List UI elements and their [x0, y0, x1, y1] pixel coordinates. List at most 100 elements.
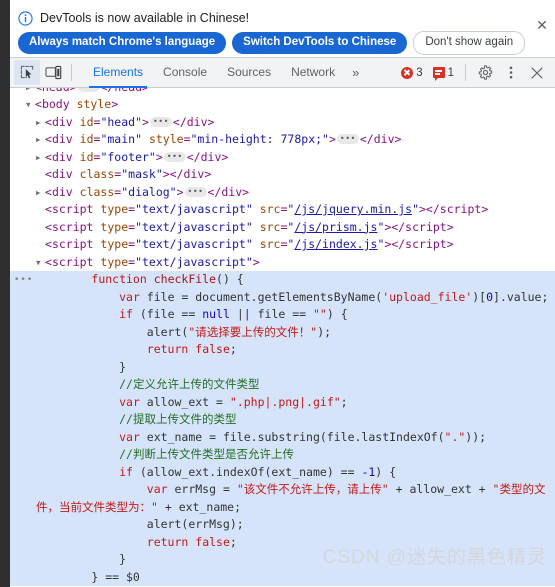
- code-token: null: [202, 307, 230, 321]
- code-token: div: [373, 132, 395, 146]
- code-token: "text/javascript": [135, 202, 253, 216]
- source-link[interactable]: /js/index.js: [294, 237, 377, 251]
- always-match-language-button[interactable]: Always match Chrome's language: [18, 32, 227, 54]
- code-line: 件，当前文件类型为：" + ext_name;: [36, 499, 555, 517]
- code-token: ".php|.png|.gif": [229, 394, 341, 409]
- code-token: type: [100, 237, 129, 251]
- code-line: alert(errMsg);: [36, 516, 555, 534]
- code-token: }: [36, 359, 127, 374]
- tab-elements[interactable]: Elements: [83, 57, 153, 88]
- error-count: 3: [416, 66, 423, 79]
- more-tabs-icon[interactable]: »: [345, 57, 366, 88]
- expand-triangle-icon[interactable]: [36, 149, 45, 167]
- code-line: return false;: [36, 341, 555, 359]
- switch-to-chinese-button[interactable]: Switch DevTools to Chinese: [232, 32, 408, 54]
- warning-count-badge[interactable]: 1: [429, 67, 458, 81]
- collapse-triangle-icon[interactable]: [36, 254, 45, 272]
- code-token: )[: [472, 289, 487, 304]
- expand-ellipsis-icon[interactable]: •••: [336, 134, 359, 144]
- code-token: div: [183, 167, 205, 181]
- code-token: >: [252, 254, 260, 269]
- code-token: ;: [229, 342, 237, 356]
- expand-triangle-icon[interactable]: [36, 131, 45, 149]
- code-token: "请选择要上传的文件！": [188, 324, 318, 339]
- dom-tree-line[interactable]: <script type="text/javascript" src="/js/…: [10, 219, 555, 237]
- code-token: -1: [361, 464, 376, 479]
- message-icon: [432, 67, 445, 81]
- code-token: + ext_name;: [157, 499, 242, 514]
- dom-tree-line[interactable]: <div id="head">•••</div>: [10, 114, 555, 132]
- collapse-triangle-icon[interactable]: [26, 96, 35, 114]
- code-token: ;: [340, 394, 348, 409]
- expand-triangle-icon[interactable]: [36, 184, 45, 202]
- code-token: </: [172, 114, 187, 129]
- code-token: "text/javascript": [135, 254, 253, 269]
- dom-tree-line[interactable]: <body style>: [10, 96, 555, 114]
- code-token: "head": [100, 114, 142, 129]
- code-token: </: [186, 149, 201, 164]
- code-token: <: [45, 202, 52, 216]
- expand-ellipsis-icon[interactable]: •••: [184, 186, 207, 197]
- dom-tree-line[interactable]: <div class="dialog">•••</div>: [10, 184, 555, 202]
- collapsed-text-ellipsis-icon[interactable]: •••: [14, 276, 32, 285]
- code-token: ></: [419, 202, 440, 216]
- code-line: var allow_ext = ".php|.png|.gif";: [36, 394, 555, 412]
- code-token: ></: [162, 167, 184, 181]
- dont-show-again-button[interactable]: Don't show again: [413, 31, 526, 55]
- close-icon[interactable]: ✕: [534, 17, 550, 33]
- dom-tree-line[interactable]: <script type="text/javascript" src="/js/…: [10, 201, 555, 219]
- inspect-element-icon[interactable]: [14, 60, 40, 85]
- dom-tree[interactable]: <head>•••</head><body style><div id="hea…: [10, 88, 555, 587]
- tab-console[interactable]: Console: [153, 57, 217, 88]
- code-token: ].value;: [493, 289, 549, 304]
- elements-tree-panel[interactable]: <head>•••</head><body style><div id="hea…: [10, 88, 555, 587]
- dom-tree-line[interactable]: <script type="text/javascript" src="/js/…: [10, 236, 555, 254]
- device-toolbar-icon[interactable]: [40, 60, 66, 85]
- code-token: >: [481, 202, 489, 216]
- code-token: ) {: [375, 464, 397, 479]
- code-token: || file ==: [229, 307, 313, 321]
- code-token: src: [259, 219, 281, 234]
- expand-ellipsis-icon[interactable]: •••: [149, 116, 172, 127]
- close-devtools-icon[interactable]: [525, 60, 549, 85]
- code-line: var file = document.getElementsByName('u…: [36, 289, 555, 307]
- code-line: }: [36, 359, 555, 377]
- code-token: "text/javascript": [135, 237, 253, 251]
- source-link[interactable]: /js/prism.js: [294, 220, 377, 234]
- code-token: div: [51, 184, 73, 199]
- toolbar-divider: [71, 64, 72, 81]
- selected-script-content[interactable]: ••• function checkFile() { var file = do…: [10, 271, 555, 586]
- code-token: src: [259, 237, 281, 251]
- expand-ellipsis-icon[interactable]: •••: [163, 151, 186, 162]
- code-token: var: [119, 429, 140, 444]
- code-line: if (allow_ext.indexOf(ext_name) == -1) {: [36, 464, 555, 482]
- code-token: allow_ext =: [139, 394, 230, 409]
- code-token: >: [155, 149, 163, 164]
- dom-tree-line[interactable]: <div class="mask"></div>: [10, 166, 555, 184]
- expand-triangle-icon[interactable]: [36, 114, 45, 132]
- source-link[interactable]: /js/jquery.min.js: [294, 202, 412, 216]
- code-token: if: [119, 464, 133, 479]
- error-count-badge[interactable]: 3: [397, 66, 426, 79]
- dom-tree-line[interactable]: <div id="footer">•••</div>: [10, 149, 555, 167]
- expand-triangle-icon[interactable]: [26, 88, 35, 96]
- code-token: class: [79, 184, 115, 199]
- dom-tree-line[interactable]: <head>•••</head>: [10, 88, 555, 96]
- tab-network[interactable]: Network: [281, 57, 345, 88]
- kebab-menu-icon[interactable]: [499, 60, 523, 85]
- code-token: script: [51, 237, 94, 251]
- gear-icon[interactable]: [473, 60, 497, 85]
- dom-tree-line[interactable]: <script type="text/javascript">: [10, 254, 555, 272]
- tab-sources[interactable]: Sources: [217, 57, 281, 88]
- expand-ellipsis-icon[interactable]: •••: [77, 88, 100, 92]
- dom-tree-line[interactable]: <div id="main" style="min-height: 778px;…: [10, 131, 555, 149]
